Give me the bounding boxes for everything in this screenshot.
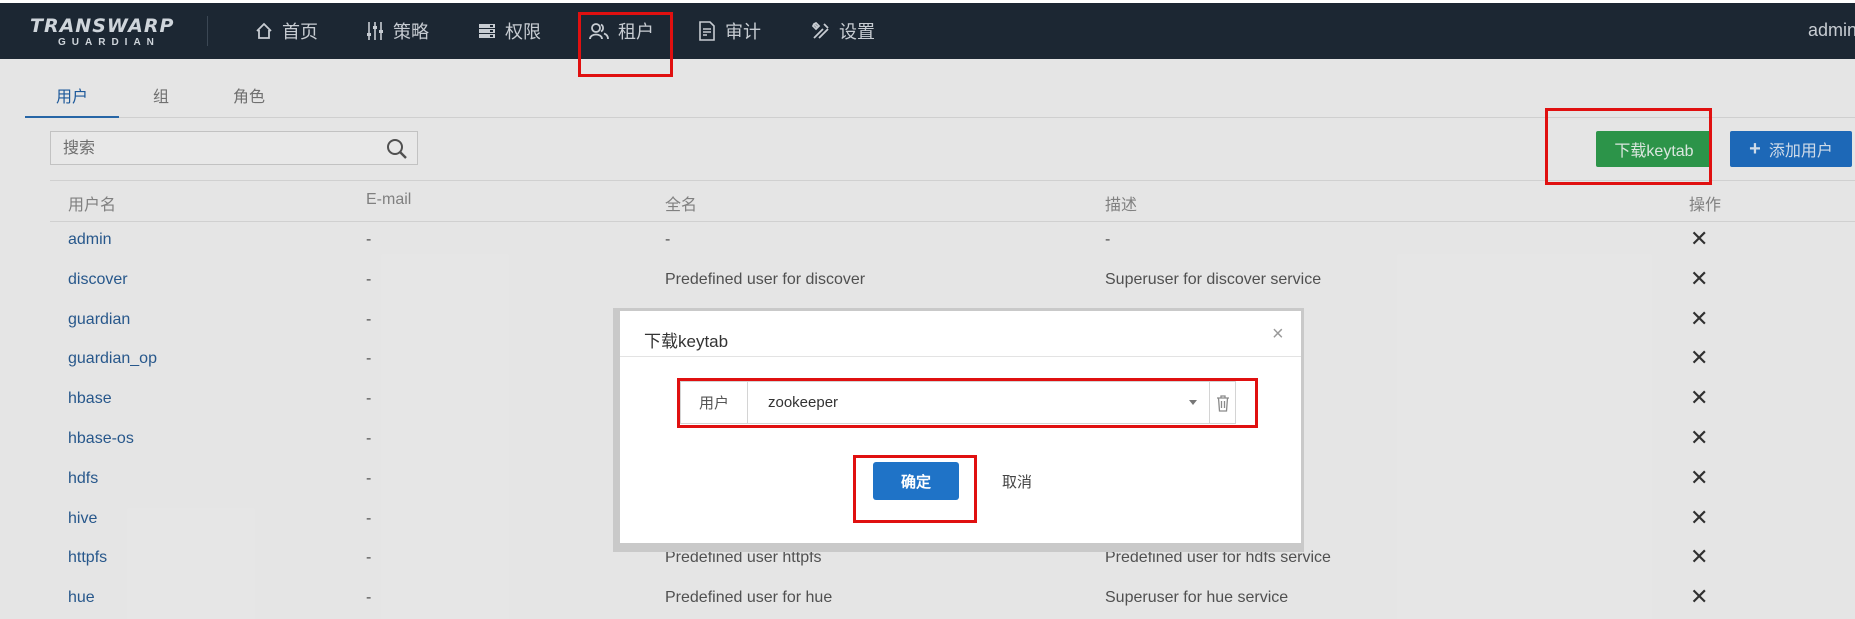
annotation-box-user-field	[677, 378, 1258, 428]
nav-item-settings[interactable]: 设置	[812, 18, 875, 44]
nav-label-audit: 审计	[725, 22, 761, 42]
nav-item-home[interactable]: 首页	[255, 18, 318, 44]
top-navbar: TRANSWARP GUARDIAN 首页 策略 权限 租户 审计 设置 adm…	[0, 0, 1855, 59]
top-strip	[0, 0, 1855, 3]
dialog-title: 下载keytab	[644, 332, 729, 351]
brand-name: TRANSWARP	[30, 15, 175, 37]
nav-label-home: 首页	[282, 22, 318, 42]
server-icon	[479, 24, 495, 38]
tools-icon	[812, 22, 829, 39]
current-user-menu[interactable]: admin	[1808, 20, 1855, 41]
brand-logo[interactable]: TRANSWARP GUARDIAN	[30, 15, 180, 49]
nav-item-audit[interactable]: 审计	[698, 18, 761, 44]
audit-doc-icon	[699, 21, 715, 41]
cancel-button[interactable]: 取消	[1002, 471, 1032, 492]
home-icon	[256, 22, 272, 39]
sliders-icon	[367, 22, 383, 40]
nav-label-policy: 策略	[393, 22, 429, 42]
close-icon[interactable]: ×	[1272, 323, 1284, 346]
brand-subtitle: GUARDIAN	[58, 37, 160, 48]
nav-label-permission: 权限	[505, 22, 541, 42]
nav-item-policy[interactable]: 策略	[366, 18, 429, 44]
dialog-divider	[620, 356, 1301, 357]
nav-label-settings: 设置	[839, 22, 875, 42]
nav-item-permission[interactable]: 权限	[478, 18, 541, 44]
logo-divider	[207, 16, 208, 46]
annotation-box-keytab	[1545, 108, 1712, 185]
annotation-box-confirm	[853, 455, 977, 523]
annotation-box-tenant	[578, 12, 673, 77]
